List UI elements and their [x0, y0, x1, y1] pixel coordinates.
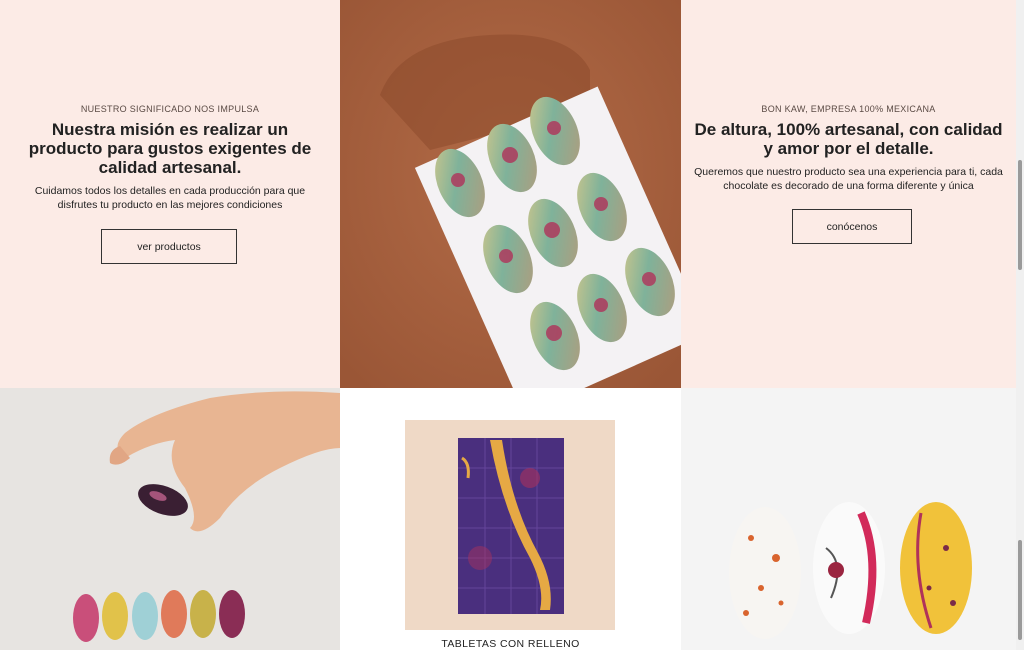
tablet-illustration — [405, 420, 615, 630]
mission-panel: NUESTRO SIGNIFICADO NOS IMPULSA Nuestra … — [0, 0, 340, 388]
tablet-product-card[interactable]: TABLETAS CON RELLENO — [340, 388, 681, 650]
about-headline: De altura, 100% artesanal, con calidad y… — [694, 120, 1003, 158]
scrollbar-thumb-lower[interactable] — [1018, 540, 1022, 640]
mission-eyebrow: NUESTRO SIGNIFICADO NOS IMPULSA — [80, 104, 260, 114]
mission-headline: Nuestra misión es realizar un producto p… — [28, 120, 312, 177]
conocenos-button[interactable]: conócenos — [792, 209, 912, 244]
hand-bonbon-image — [0, 388, 340, 650]
about-eyebrow: BON KAW, EMPRESA 100% MEXICANA — [761, 104, 936, 114]
painted-bonbons-illustration — [681, 388, 1016, 650]
about-panel: BON KAW, EMPRESA 100% MEXICANA De altura… — [681, 0, 1016, 388]
page-scrollbar[interactable] — [1016, 0, 1024, 650]
about-body: Queremos que nuestro producto sea una ex… — [694, 166, 1003, 192]
scrollbar-thumb[interactable] — [1018, 160, 1022, 270]
painted-bonbons-image — [681, 388, 1016, 650]
content-grid: NUESTRO SIGNIFICADO NOS IMPULSA Nuestra … — [0, 0, 1024, 650]
about-text-block: BON KAW, EMPRESA 100% MEXICANA De altura… — [681, 104, 1016, 193]
ver-productos-button[interactable]: ver productos — [101, 229, 237, 264]
hand-bonbon-illustration — [0, 388, 340, 650]
cocoa-mold-image — [340, 0, 681, 388]
mission-text-block: NUESTRO SIGNIFICADO NOS IMPULSA Nuestra … — [0, 104, 340, 212]
tablet-label: TABLETAS CON RELLENO — [441, 638, 580, 650]
cocoa-mold-illustration — [340, 0, 681, 388]
mission-body: Cuidamos todos los detalles en cada prod… — [34, 185, 306, 211]
